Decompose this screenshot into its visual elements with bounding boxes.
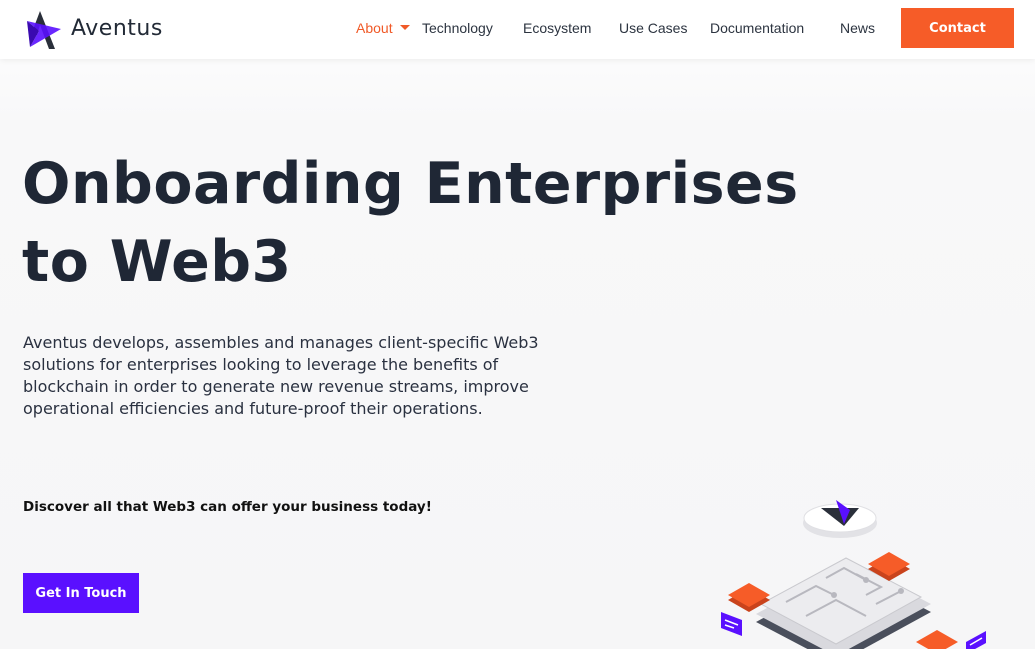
isometric-blockchain-chip-illustration [721, 500, 986, 649]
get-in-touch-button[interactable]: Get In Touch [23, 573, 139, 613]
nav-item-about[interactable]: About [356, 20, 410, 37]
nav-item-documentation[interactable]: Documentation [710, 20, 804, 37]
nav-item-ecosystem[interactable]: Ecosystem [523, 20, 591, 37]
site-header: Aventus About Technology Ecosystem Use C… [0, 0, 1035, 59]
hero-title: Onboarding Enterprises to Web3 [22, 145, 822, 301]
caret-down-icon [399, 25, 410, 30]
hero-title-line-2: to Web3 [22, 229, 292, 295]
nav-item-news[interactable]: News [840, 20, 875, 37]
hero-title-line-1: Onboarding Enterprises [22, 151, 799, 217]
nav-item-technology[interactable]: Technology [422, 20, 493, 37]
hero-description: Aventus develops, assembles and manages … [23, 333, 539, 418]
nav-item-use-cases[interactable]: Use Cases [619, 20, 687, 37]
nav-item-label: About [356, 20, 393, 36]
contact-button[interactable]: Contact [901, 8, 1014, 48]
discover-tagline: Discover all that Web3 can offer your bu… [23, 499, 432, 515]
main-nav: About Technology Ecosystem Use Cases Doc… [0, 0, 1035, 59]
